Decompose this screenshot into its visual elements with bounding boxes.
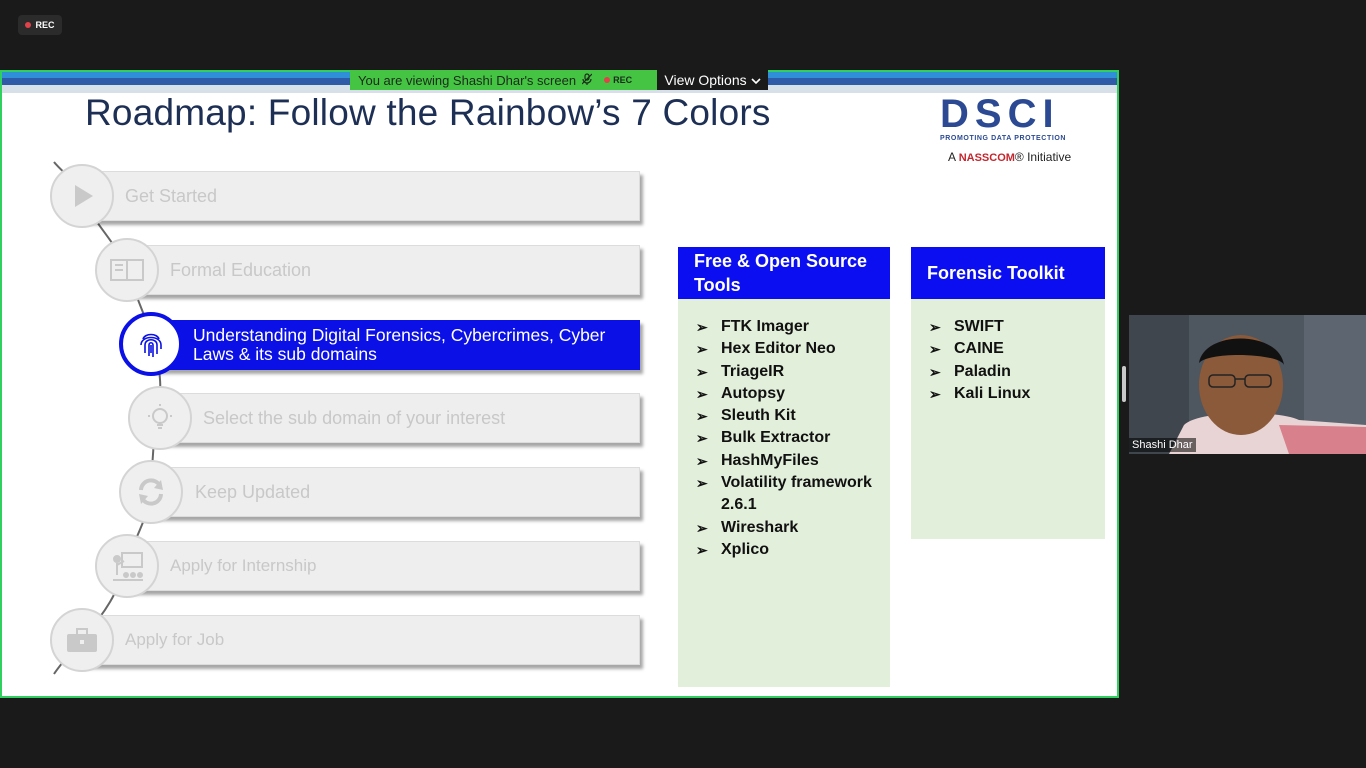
list-item: ➢ HashMyFiles xyxy=(696,450,886,472)
panel-resize-handle[interactable] xyxy=(1122,366,1126,402)
recording-label: REC xyxy=(35,20,55,30)
viewing-banner: You are viewing Shashi Dhar's screen REC xyxy=(350,70,657,90)
participant-video[interactable]: Shashi Dhar xyxy=(1129,315,1366,454)
arrow-bullet-icon: ➢ xyxy=(696,319,708,335)
list-item: ➢ Xplico xyxy=(696,539,886,561)
nasscom-initiative: A NASSCOM® Initiative xyxy=(948,150,1072,164)
arrow-bullet-icon: ➢ xyxy=(696,430,708,447)
dsci-logo: DSCI PROMOTING DATA PROTECTION A NASSCOM… xyxy=(940,94,1090,174)
list-item-label: FTK Imager xyxy=(721,318,810,335)
arrow-bullet-icon: ➢ xyxy=(696,408,708,425)
banner-record-dot-icon xyxy=(604,77,611,83)
arrow-bullet-icon: ➢ xyxy=(696,363,708,380)
list-item: ➢ Hex Editor Neo xyxy=(696,338,886,360)
viewing-banner-text: You are viewing Shashi Dhar's screen xyxy=(358,72,577,88)
list-item: ➢ CAINE xyxy=(929,338,1099,360)
arrow-bullet-icon: ➢ xyxy=(696,519,708,536)
recording-badge: REC xyxy=(18,15,62,35)
list-item-label: Xplico xyxy=(721,540,770,558)
list-item: ➢ Wireshark xyxy=(696,517,886,539)
forensic-toolkit-list: ➢ SWIFT ➢ CAINE ➢ Paladin ➢ Kali Linux xyxy=(929,316,1099,405)
list-item: ➢ Bulk Extractor xyxy=(696,427,886,449)
step-keep-updated: Keep Updated xyxy=(152,467,640,517)
list-item: ➢ Kali Linux xyxy=(929,383,1099,405)
step-get-started: Get Started xyxy=(82,171,640,221)
list-item-label: SWIFT xyxy=(954,318,1004,335)
fingerprint-icon xyxy=(119,312,183,376)
step-apply-internship: Apply for Internship xyxy=(127,541,640,591)
presentation-icon xyxy=(95,534,159,598)
list-item-label: Bulk Extractor xyxy=(721,429,831,447)
dsci-logo-tagline: PROMOTING DATA PROTECTION xyxy=(940,135,1067,142)
briefcase-icon xyxy=(50,608,114,672)
shared-screen: Roadmap: Follow the Rainbow’s 7 Colors D… xyxy=(0,70,1119,698)
view-options-button[interactable]: View Options xyxy=(657,70,768,90)
list-item-label: CAINE xyxy=(954,340,1004,358)
book-icon xyxy=(95,238,159,302)
forensic-toolkit-heading: Forensic Toolkit xyxy=(911,247,1105,299)
step-understanding-digital-forensics: Understanding Digital Forensics, Cybercr… xyxy=(152,320,640,370)
list-item: ➢ Paladin xyxy=(929,361,1099,383)
arrow-bullet-icon: ➢ xyxy=(929,363,941,380)
chevron-down-icon xyxy=(751,72,761,88)
list-item-label: Sleuth Kit xyxy=(721,407,796,425)
arrow-bullet-icon: ➢ xyxy=(696,385,708,402)
arrow-bullet-icon: ➢ xyxy=(929,319,941,335)
free-tools-heading: Free & Open Source Tools xyxy=(678,247,890,299)
arrow-bullet-icon: ➢ xyxy=(929,385,941,402)
roadmap: Get Started Formal Education Understandi… xyxy=(2,72,702,696)
participant-video-frame xyxy=(1129,315,1366,454)
mic-off-icon xyxy=(581,72,593,88)
free-tools-list: ➢ FTK Imager ➢ Hex Editor Neo ➢ TriageIR ➢ Auto… xyxy=(696,316,886,561)
play-icon xyxy=(50,164,114,228)
banner-recording-indicator: REC xyxy=(604,75,632,85)
list-item: ➢ TriageIR xyxy=(696,361,886,383)
list-item-label: Kali Linux xyxy=(954,384,1031,402)
lightbulb-icon xyxy=(128,386,192,450)
step-formal-education: Formal Education xyxy=(127,245,640,295)
roadmap-curve xyxy=(53,161,162,675)
list-item-label: Paladin xyxy=(954,362,1011,380)
arrow-bullet-icon: ➢ xyxy=(696,541,708,558)
step-select-sub-domain: Select the sub domain of your interest xyxy=(160,393,640,443)
arrow-bullet-icon: ➢ xyxy=(696,452,708,469)
arrow-bullet-icon: ➢ xyxy=(696,475,708,492)
list-item-label: HashMyFiles xyxy=(721,451,819,469)
list-item: ➢ Sleuth Kit xyxy=(696,405,886,427)
list-item-label: Autopsy xyxy=(721,384,785,402)
participant-name: Shashi Dhar xyxy=(1129,438,1196,452)
list-item-label: TriageIR xyxy=(721,362,785,380)
list-item-label: Wireshark xyxy=(721,518,799,536)
refresh-icon xyxy=(119,460,183,524)
arrow-bullet-icon: ➢ xyxy=(929,341,941,358)
list-item: ➢ SWIFT xyxy=(929,316,1099,338)
list-item: ➢ Volatility framework 2.6.1 xyxy=(696,472,886,517)
list-item-label: Volatility framework 2.6.1 xyxy=(721,474,872,514)
list-item-label: Hex Editor Neo xyxy=(721,340,836,358)
list-item: ➢ FTK Imager xyxy=(696,316,886,338)
step-apply-job: Apply for Job xyxy=(82,615,640,665)
arrow-bullet-icon: ➢ xyxy=(696,341,708,358)
list-item: ➢ Autopsy xyxy=(696,383,886,405)
record-dot-icon xyxy=(25,22,32,28)
dsci-logo-brand: DSCI xyxy=(940,92,1060,136)
